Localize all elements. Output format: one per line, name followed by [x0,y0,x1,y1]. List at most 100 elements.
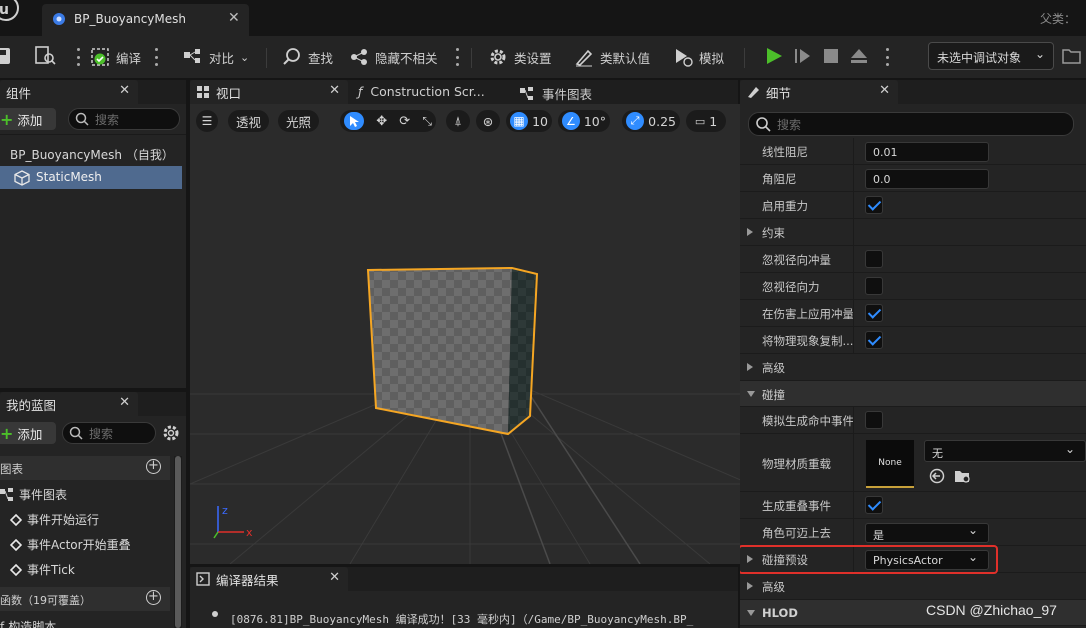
grid-snap-button[interactable]: ▦ 10 [506,110,552,132]
enable-gravity-checkbox[interactable] [865,196,883,214]
browse-asset-icon[interactable] [954,468,972,484]
lit-button[interactable]: 光照 [278,110,320,132]
advanced2-row[interactable]: 高级 [740,573,1086,600]
constraints-row[interactable]: 约束 [740,219,1086,246]
class-settings-button[interactable]: 类设置 [488,46,552,68]
viewport-menu-button[interactable]: ☰ [196,110,218,132]
select-tool-icon[interactable] [344,112,364,130]
compile-button[interactable]: 编译 [90,46,141,68]
add-function-icon[interactable]: + [146,590,161,605]
phys-material-dropdown[interactable]: 无 ⌄ [924,440,1086,462]
hide-unrelated-button[interactable]: 隐藏不相关 [349,46,438,68]
find-button[interactable]: 查找 [282,46,333,68]
close-icon[interactable]: ✕ [119,395,130,410]
angular-damping-field[interactable]: 0.0 [865,169,989,189]
graph-icon [0,487,13,501]
close-tab-icon[interactable]: ✕ [228,10,240,26]
add-graph-icon[interactable]: + [146,459,161,474]
surface-snap-button[interactable]: ⍋ [446,110,470,132]
simulate-button[interactable]: 模拟 [673,46,724,68]
scrollbar[interactable] [174,456,182,628]
tab-event-graph[interactable]: 事件图表 [520,84,592,103]
world-local-button[interactable]: ⊛ [476,110,500,132]
compiler-log-line[interactable]: [0876.81]BP_BuoyancyMesh 编译成功！[33 毫秒内]（/… [230,611,693,627]
diff-button[interactable]: 对比 ⌄ [183,46,249,68]
rotation-snap-value: 10° [583,113,606,129]
component-item-staticmesh[interactable]: StaticMesh [0,166,182,189]
components-tab[interactable]: 组件 ✕ [0,80,138,104]
apply-impulse-on-damage-row: 在伤害上应用冲量 [740,300,1086,327]
unreal-logo-icon[interactable]: u [0,0,26,24]
play-options-icon[interactable] [885,48,889,66]
use-selected-icon[interactable] [929,468,945,484]
replicate-physics-checkbox[interactable] [865,331,883,349]
can-step-up-dropdown[interactable]: 是 ⌄ [865,523,989,543]
apply-impulse-on-damage-checkbox[interactable] [865,304,883,322]
components-search-input[interactable]: 搜索 [68,108,180,130]
save-icon[interactable] [0,46,14,66]
toolbar-overflow-icon[interactable] [76,48,80,66]
add-component-button[interactable]: + 添加 [0,108,56,130]
close-icon[interactable]: ✕ [329,83,340,98]
tab-construction-script[interactable]: ƒ Construction Scr... [358,84,485,99]
ignore-radial-force-checkbox[interactable] [865,277,883,295]
chevron-down-icon: ⌄ [1034,47,1045,61]
hide-unrelated-label: 隐藏不相关 [375,50,438,66]
close-icon[interactable]: ✕ [119,83,130,98]
viewport[interactable]: z x ☰ 透视 光照 ✥ ⟳ ⤡ ⍋ ⊛ ▦ 10 ∠ 10° ⤢ 0.25 … [190,104,750,564]
scale-snap-button[interactable]: ⤢ 0.25 [622,110,680,132]
tab-compiler-results[interactable]: 编译器结果 ✕ [190,567,348,591]
sim-hit-events-checkbox[interactable] [865,411,883,429]
close-icon[interactable]: ✕ [879,83,890,98]
phys-material-thumbnail[interactable]: None [866,440,914,488]
settings-gear-icon[interactable] [162,424,180,442]
phys-material-override-row: 物理材质重载 None 无 ⌄ [740,434,1086,492]
tab-viewport[interactable]: 视口 ✕ [190,80,348,104]
add-member-button[interactable]: + 添加 [0,422,56,444]
component-root[interactable]: BP_BuoyancyMesh （自我） [10,146,174,163]
toolbar-divider [744,48,745,68]
find-options-icon[interactable] [455,48,459,66]
debug-object-dropdown[interactable]: 未选中调试对象 ⌄ [928,42,1054,70]
search-icon [69,426,83,440]
camera-speed-button[interactable]: ▭ 1 [686,110,726,132]
event-item[interactable]: 事件开始运行 [10,511,99,528]
event-item[interactable]: 事件Actor开始重叠 [10,536,131,553]
construction-script-item[interactable]: ƒ 构造脚本 [0,618,56,628]
perspective-button[interactable]: 透视 [228,110,270,132]
advance-frame-icon[interactable] [793,46,813,66]
event-item[interactable]: 事件Tick [10,561,75,578]
svg-text:x: x [246,526,253,539]
compile-options-icon[interactable] [154,48,158,66]
browse-icon[interactable] [34,45,58,67]
translate-tool-icon[interactable]: ✥ [376,114,387,129]
scale-tool-icon[interactable]: ⤡ [422,114,432,129]
advanced-row[interactable]: 高级 [740,354,1086,381]
collision-category[interactable]: 碰撞 [740,381,1086,407]
play-icon[interactable] [764,46,784,66]
class-defaults-button[interactable]: 类默认值 [574,46,650,68]
ignore-radial-impulse-checkbox[interactable] [865,250,883,268]
stop-icon[interactable] [822,47,840,65]
sim-hit-events-label: 模拟生成命中事件 [762,414,854,428]
event-graph-item[interactable]: 事件图表 [0,486,67,503]
add-label: 添加 [17,112,43,128]
rotate-tool-icon[interactable]: ⟳ [399,114,410,129]
document-tab[interactable]: BP_BuoyancyMesh ✕ [42,4,249,36]
eject-icon[interactable] [849,46,869,66]
rotation-snap-button[interactable]: ∠ 10° [558,110,610,132]
close-icon[interactable]: ✕ [329,570,340,585]
linear-damping-field[interactable]: 0.01 [865,142,989,162]
my-blueprint-search-input[interactable]: 搜索 [62,422,156,444]
gen-overlap-events-checkbox[interactable] [865,496,883,514]
components-panel-header: 组件 ✕ [0,80,186,104]
graphs-section-header[interactable]: 图表 + [0,456,170,480]
functions-section-header[interactable]: 函数（19可覆盖） + [0,587,170,611]
tab-details[interactable]: 细节 ✕ [740,80,898,104]
details-search-input[interactable]: 搜索 [748,112,1074,136]
functions-header-label: 函数（19可覆盖） [0,594,91,607]
debug-browse-icon[interactable] [1062,46,1084,66]
my-blueprint-tab[interactable]: 我的蓝图 ✕ [0,392,138,416]
graphs-header-label: 图表 [0,462,23,476]
simulate-label: 模拟 [699,50,725,66]
